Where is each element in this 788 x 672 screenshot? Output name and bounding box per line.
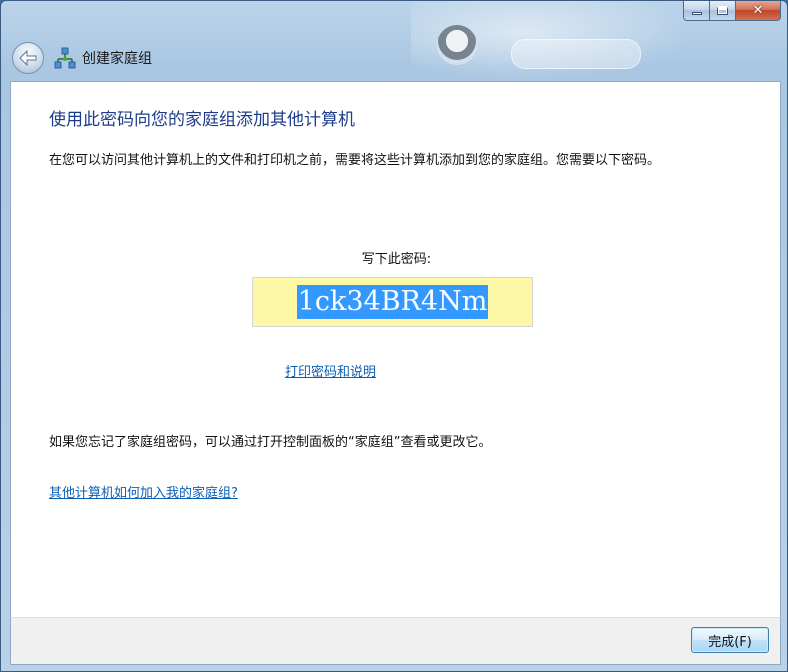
wizard-title: 创建家庭组: [82, 51, 152, 67]
description-text: 在您可以访问其他计算机上的文件和打印机之前，需要将这些计算机添加到您的家庭组。您…: [49, 153, 661, 168]
password-box[interactable]: 1ck34BR4Nm: [252, 277, 533, 327]
minimize-button[interactable]: [683, 1, 710, 21]
close-button[interactable]: ✕: [736, 1, 781, 21]
how-to-join-link[interactable]: 其他计算机如何加入我的家庭组?: [49, 482, 238, 501]
back-arrow-icon: [19, 50, 37, 66]
background-avatar-icon: [437, 25, 477, 65]
caption-buttons: ✕: [683, 1, 781, 21]
finish-button[interactable]: 完成(F): [691, 627, 769, 653]
page-heading: 使用此密码向您的家庭组添加其他计算机: [49, 110, 355, 130]
back-button[interactable]: [12, 42, 44, 74]
minimize-icon: [691, 12, 702, 15]
content-pane: 使用此密码向您的家庭组添加其他计算机 在您可以访问其他计算机上的文件和打印机之前…: [10, 81, 781, 617]
wizard-footer: 完成(F): [10, 617, 781, 665]
maximize-button[interactable]: [710, 1, 736, 21]
homegroup-network-icon: [54, 47, 76, 69]
maximize-icon: [717, 6, 728, 15]
password-label: 写下此密码:: [361, 252, 432, 267]
homegroup-wizard-window: ✕ 创建家庭组 使用此密码向您的家庭组添加其他计算机 在您可以访问其他计算机上的…: [0, 0, 788, 672]
print-password-link[interactable]: 打印密码和说明: [285, 361, 376, 380]
forgot-password-text: 如果您忘记了家庭组密码，可以通过打开控制面板的“家庭组”查看或更改它。: [49, 435, 492, 450]
background-search-shape: [511, 39, 641, 69]
close-icon: ✕: [752, 3, 764, 18]
password-text[interactable]: 1ck34BR4Nm: [296, 285, 489, 319]
